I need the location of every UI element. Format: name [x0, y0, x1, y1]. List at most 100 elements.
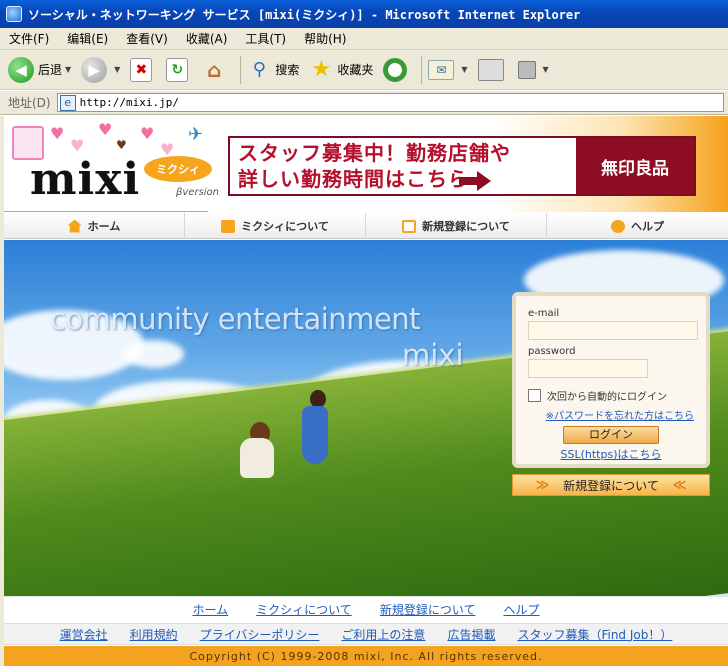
- nav-help-label: ヘルプ: [631, 220, 664, 233]
- favorites-label: 收藏夹: [337, 63, 374, 77]
- site-header: ♥ ♥ ♥ ♥ ♥ ♥ ✈ mixi ミクシィ βversion スタッフ募集中…: [4, 116, 728, 212]
- menu-tools[interactable]: 工具(T): [236, 30, 295, 47]
- mixi-logo[interactable]: ♥ ♥ ♥ ♥ ♥ ♥ ✈ mixi ミクシィ βversion: [4, 116, 224, 212]
- footer-nav-home[interactable]: ホーム: [193, 601, 229, 618]
- home-nav-icon: [67, 219, 82, 233]
- menu-edit[interactable]: 编辑(E): [58, 30, 117, 47]
- heart-icon: ♥: [70, 136, 85, 155]
- forgot-password-link[interactable]: ※パスワードを忘れた方はこちら: [528, 407, 694, 422]
- footer-link-notice[interactable]: ご利用上の注意: [341, 626, 425, 643]
- forward-icon: ▶: [81, 56, 108, 83]
- heart-icon: ♥: [98, 120, 113, 139]
- chevron-left-icon: ≪: [672, 477, 687, 493]
- banner-text: スタッフ募集中！勤務店舗や 詳しい勤務時間はこちら: [230, 138, 576, 194]
- search-label: 搜索: [275, 63, 300, 77]
- edit-button[interactable]: ▼: [517, 60, 549, 79]
- login-form: e-mail password 次回から自動的にログイン ※パスワードを忘れた方…: [512, 292, 710, 468]
- forward-button[interactable]: ▶ ▼: [81, 56, 120, 83]
- footer-nav-help[interactable]: ヘルプ: [503, 601, 539, 618]
- window-titlebar[interactable]: ソーシャル・ネットワーキング サービス [mixi(ミクシィ)] - Micro…: [0, 0, 728, 28]
- address-input[interactable]: e http://mixi.jp/: [56, 93, 724, 112]
- register-nav-icon: [402, 219, 417, 233]
- page-content: ♥ ♥ ♥ ♥ ♥ ♥ ✈ mixi ミクシィ βversion スタッフ募集中…: [4, 116, 728, 666]
- stop-button[interactable]: ✖: [130, 57, 156, 82]
- remember-label: 次回から自動的にログイン: [547, 392, 667, 403]
- mail-caret-icon[interactable]: ▼: [461, 65, 467, 74]
- edit-icon: [517, 60, 536, 79]
- person-standing: [302, 406, 328, 464]
- copyright: Copyright (C) 1999-2008 mixi, Inc. All r…: [4, 646, 728, 666]
- print-button[interactable]: [477, 58, 508, 81]
- hero-image: community entertainment mixi e-mail pass…: [4, 240, 728, 596]
- login-button[interactable]: ログイン: [563, 426, 659, 444]
- search-button[interactable]: ⚲ 搜索: [247, 58, 300, 82]
- menu-help[interactable]: 帮助(H): [295, 30, 355, 47]
- register-button[interactable]: ≫ 新規登録について ≪: [512, 474, 710, 496]
- print-icon: [477, 58, 504, 81]
- footer-link-ads[interactable]: 広告掲載: [447, 626, 495, 643]
- site-nav: ホーム ミクシィについて 新規登録について ヘルプ: [4, 213, 728, 239]
- email-field[interactable]: [528, 321, 698, 340]
- edit-caret-icon[interactable]: ▼: [543, 65, 549, 74]
- app-icon: [6, 6, 22, 22]
- footer-nav-register[interactable]: 新規登録について: [380, 601, 476, 618]
- back-button[interactable]: ◀ 后退 ▼: [8, 56, 71, 83]
- chevron-right-icon: ≫: [535, 477, 550, 493]
- arrow-icon: [459, 170, 491, 191]
- remember-checkbox[interactable]: [528, 389, 541, 402]
- refresh-button[interactable]: ↻: [166, 57, 192, 82]
- heart-icon: ♥: [140, 124, 155, 143]
- password-label: password: [528, 346, 576, 357]
- ssl-login-link[interactable]: SSL(https)はこちら: [528, 446, 694, 462]
- register-label: 新規登録について: [563, 478, 659, 493]
- menu-view[interactable]: 查看(V): [117, 30, 177, 47]
- history-icon: [383, 57, 408, 82]
- home-button[interactable]: ⌂: [202, 58, 230, 82]
- forward-caret-icon[interactable]: ▼: [114, 65, 120, 74]
- address-bar: 地址(D) e http://mixi.jp/: [0, 91, 728, 115]
- cloud: [124, 340, 184, 368]
- address-url[interactable]: http://mixi.jp/: [80, 96, 179, 109]
- toolbar-separator: [421, 55, 423, 84]
- remember-login[interactable]: 次回から自動的にログイン: [528, 388, 694, 403]
- mail-button[interactable]: ✉ ▼: [428, 59, 468, 80]
- stop-icon: ✖: [130, 57, 153, 82]
- nav-about[interactable]: ミクシィについて: [185, 213, 366, 239]
- footer-links: 運営会社 利用規約 プライバシーポリシー ご利用上の注意 広告掲載 スタッフ募集…: [4, 623, 728, 645]
- menu-file[interactable]: 文件(F): [0, 30, 58, 47]
- banner-line-2: 詳しい勤務時間はこちら: [238, 166, 576, 192]
- menu-bar: 文件(F) 编辑(E) 查看(V) 收藏(A) 工具(T) 帮助(H): [0, 28, 728, 50]
- heart-icon: ♥: [116, 138, 127, 152]
- person-sitting: [240, 438, 274, 478]
- nav-help[interactable]: ヘルプ: [547, 213, 728, 239]
- password-field[interactable]: [528, 359, 648, 378]
- favorites-icon: ★: [311, 57, 332, 82]
- mail-icon: ✉: [428, 59, 455, 80]
- toolbar-separator: [240, 55, 242, 84]
- favorites-button[interactable]: ★ 收藏夹: [309, 57, 374, 82]
- nav-register[interactable]: 新規登録について: [366, 213, 547, 239]
- nav-home-label: ホーム: [87, 220, 121, 233]
- back-caret-icon[interactable]: ▼: [65, 65, 71, 74]
- nav-register-label: 新規登録について: [422, 220, 510, 233]
- history-button[interactable]: [383, 57, 411, 82]
- logo-text: mixi: [30, 154, 141, 205]
- back-label: 后退: [38, 63, 63, 77]
- footer-link-privacy[interactable]: プライバシーポリシー: [200, 626, 320, 643]
- ad-banner[interactable]: スタッフ募集中！勤務店舗や 詳しい勤務時間はこちら 無印良品: [228, 136, 696, 196]
- footer-link-terms[interactable]: 利用規約: [130, 626, 178, 643]
- nav-home[interactable]: ホーム: [4, 213, 185, 239]
- banner-line-2-text: 詳しい勤務時間はこちら: [238, 167, 469, 191]
- footer-nav-about[interactable]: ミクシィについて: [256, 601, 352, 618]
- logo-version: βversion: [176, 187, 220, 198]
- footer-nav: ホーム ミクシィについて 新規登録について ヘルプ: [4, 596, 728, 622]
- address-label: 地址(D): [8, 96, 51, 110]
- page-icon: e: [59, 94, 76, 111]
- footer-link-company[interactable]: 運営会社: [60, 626, 108, 643]
- help-nav-icon: [611, 219, 625, 233]
- footer-link-jobs[interactable]: スタッフ募集（Find Job！）: [517, 626, 672, 643]
- about-nav-icon: [221, 219, 236, 233]
- menu-favorites[interactable]: 收藏(A): [177, 30, 237, 47]
- search-icon: ⚲: [252, 59, 266, 80]
- banner-line-1: スタッフ募集中！勤務店舗や: [238, 141, 511, 165]
